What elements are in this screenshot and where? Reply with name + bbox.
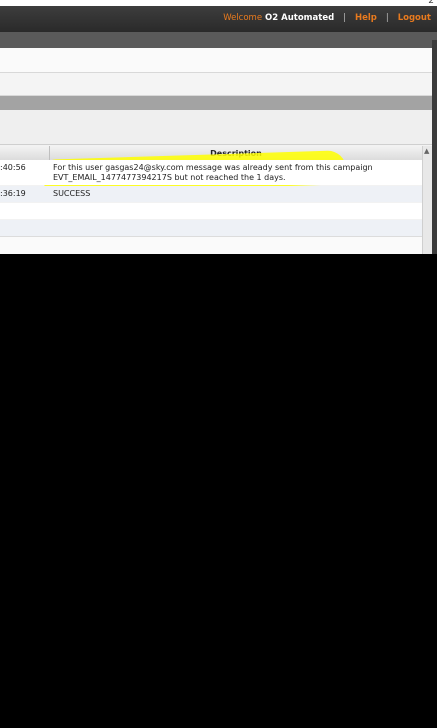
- app-window: 2 Welcome O2 Automated | Help | Logout D…: [0, 0, 437, 254]
- help-link[interactable]: Help: [355, 13, 377, 23]
- welcome-label: Welcome: [223, 13, 263, 23]
- window-right-edge: [432, 40, 437, 254]
- table-row-empty: [0, 220, 422, 236]
- table-row[interactable]: :36:19 SUCCESS: [0, 186, 422, 202]
- row-time: :36:19: [0, 189, 26, 198]
- logout-link[interactable]: Logout: [398, 13, 431, 23]
- sub-navigation-bar: [0, 32, 437, 48]
- row-time: :40:56: [0, 163, 26, 172]
- separator: |: [343, 13, 347, 23]
- top-navigation-bar: Welcome O2 Automated | Help | Logout: [0, 6, 437, 32]
- table-footer: [0, 236, 422, 254]
- table-row-empty: [0, 203, 422, 219]
- row-description: SUCCESS: [53, 189, 91, 198]
- scroll-up-icon[interactable]: ▲: [424, 147, 429, 155]
- separator: |: [385, 13, 389, 23]
- row-description: For this user gasgas24@sky.com message w…: [53, 163, 373, 182]
- user-name: O2 Automated: [265, 13, 335, 23]
- table-toolbar: [0, 110, 432, 145]
- filter-row-secondary: [0, 73, 432, 96]
- table-row[interactable]: :40:56 For this user gasgas24@sky.com me…: [0, 160, 422, 185]
- filter-row: [0, 48, 432, 73]
- user-menu: Welcome O2 Automated | Help | Logout: [223, 13, 431, 23]
- section-header-bar: [0, 96, 432, 110]
